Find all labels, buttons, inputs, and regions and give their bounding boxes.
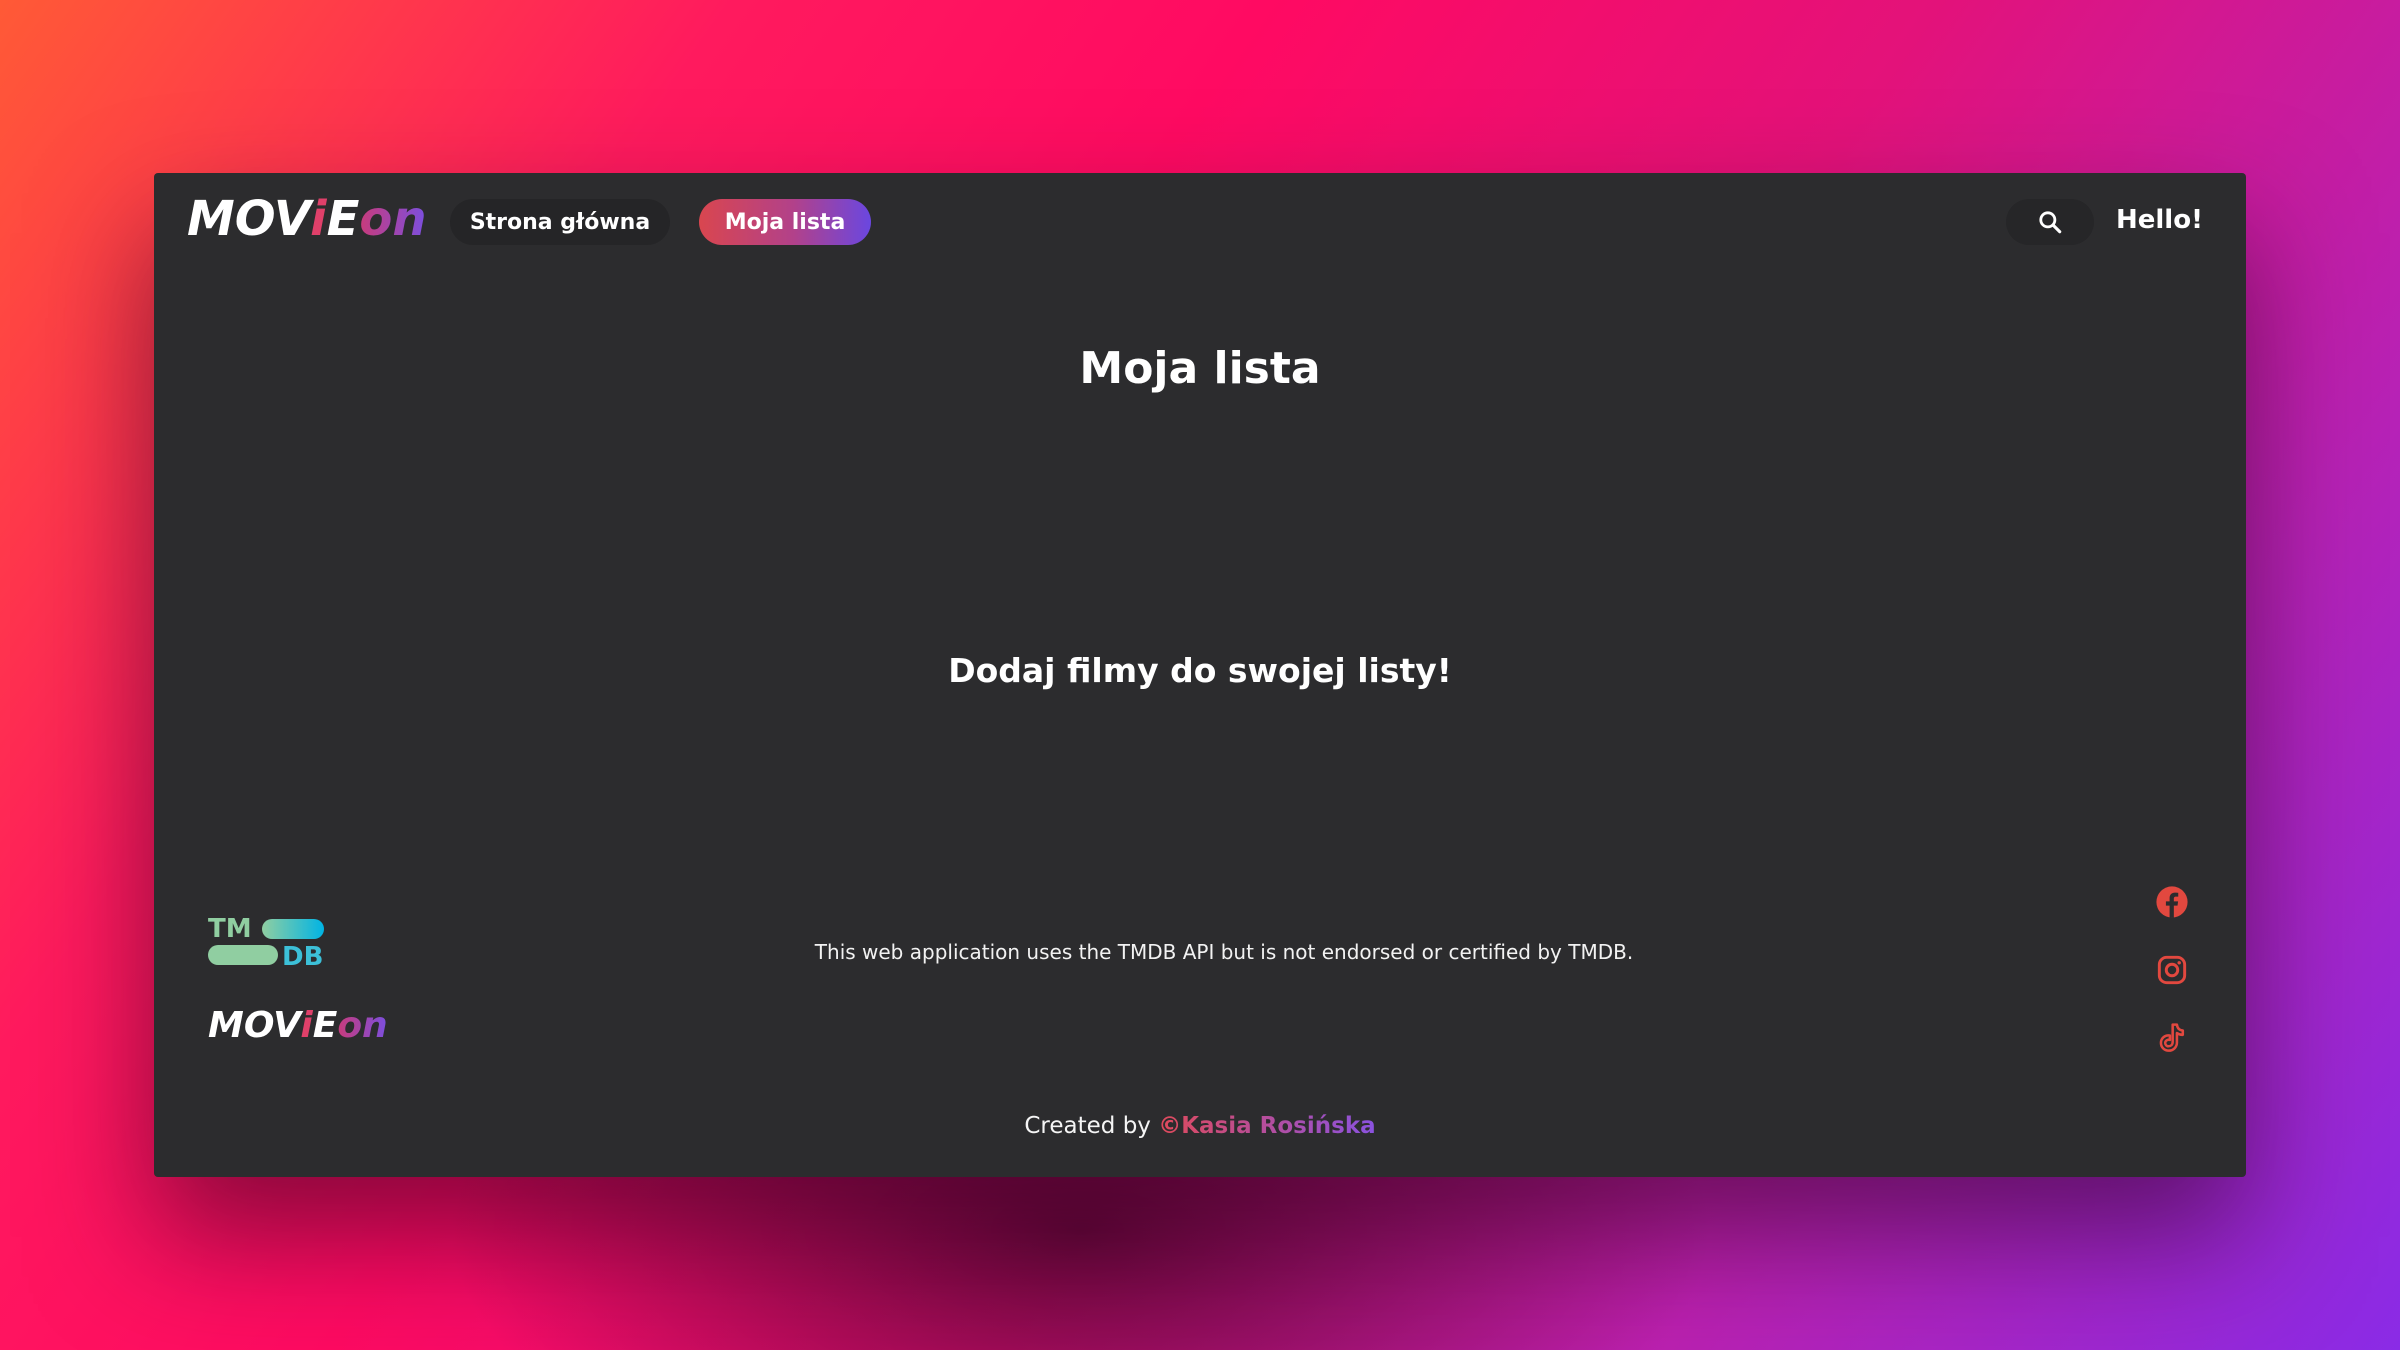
tmdb-disclaimer: This web application uses the TMDB API b…: [814, 940, 1634, 964]
logo-part: on: [359, 191, 427, 247]
nav-home-button[interactable]: Strona główna: [450, 199, 670, 245]
facebook-link[interactable]: [2152, 882, 2192, 922]
search-icon: [2039, 211, 2062, 234]
search-button[interactable]: [2006, 199, 2094, 245]
nav-my-list-button[interactable]: Moja lista: [699, 199, 871, 245]
instagram-icon: [2157, 955, 2187, 985]
instagram-link[interactable]: [2152, 950, 2192, 990]
credits-author-link[interactable]: ©Kasia Rosińska: [1158, 1113, 1375, 1139]
logo-part: E: [312, 1005, 338, 1046]
page-background: { "header": { "logo": { "part1": "MOV", …: [0, 0, 2400, 1350]
credits-line: Created by ©Kasia Rosińska: [154, 1113, 2246, 1139]
logo-part: i: [310, 191, 327, 247]
tiktok-link[interactable]: [2152, 1018, 2192, 1058]
logo-part: MOV: [208, 1005, 301, 1046]
logo-part: on: [337, 1005, 388, 1046]
footer-movieon-logo: MOViEon: [208, 1008, 388, 1044]
nav-home-label: Strona główna: [469, 209, 651, 235]
nav-my-list-label: Moja lista: [724, 209, 846, 235]
greeting-text: Hello!: [2116, 205, 2203, 235]
facebook-icon: [2156, 886, 2188, 918]
movieon-logo[interactable]: MOViEon: [187, 195, 427, 243]
tiktok-icon: [2159, 1023, 2185, 1052]
page-title: Moja lista: [1079, 343, 1321, 394]
logo-part: i: [300, 1005, 313, 1046]
logo-part: E: [326, 191, 360, 247]
app-window: MOViEon Strona główna Moja lista Hello! …: [154, 173, 2246, 1177]
empty-list-message: Dodaj filmy do swojej listy!: [948, 651, 1452, 690]
logo-part: MOV: [187, 191, 311, 247]
credits-prefix: Created by: [1024, 1113, 1151, 1139]
